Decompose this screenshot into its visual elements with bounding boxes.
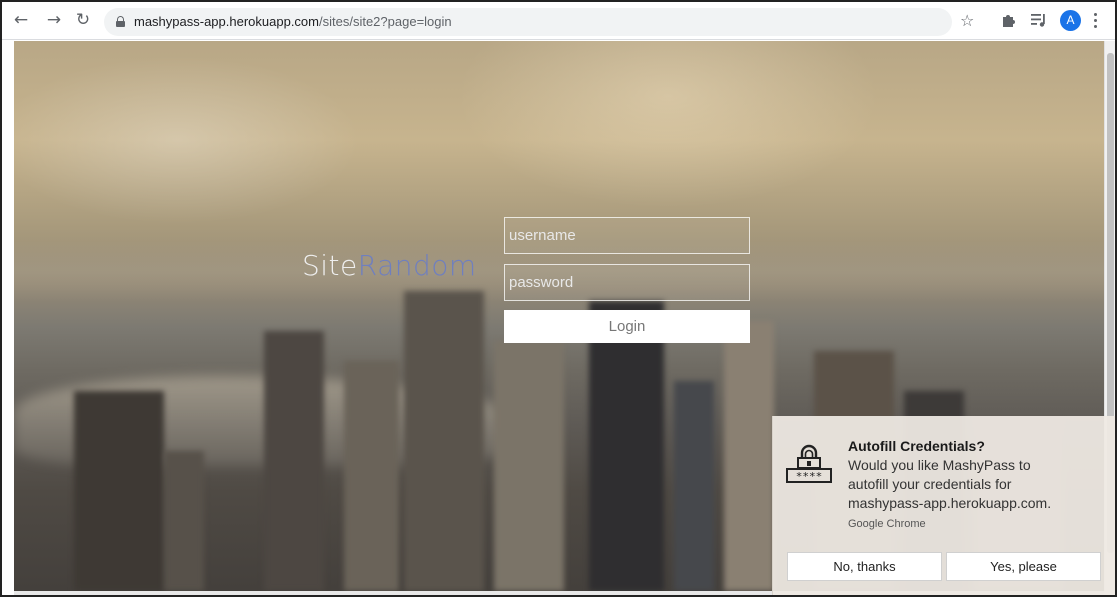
address-bar[interactable]: mashypass-app.herokuapp.com/sites/site2?… xyxy=(104,8,952,36)
background-building xyxy=(494,341,564,591)
brand-prefix: Site xyxy=(302,249,358,282)
accept-button[interactable]: Yes, please xyxy=(946,552,1101,581)
site-logo: SiteRandom xyxy=(302,249,477,282)
username-input[interactable] xyxy=(504,217,750,254)
popup-message: Would you like MashyPass to autofill you… xyxy=(848,457,1052,511)
login-button[interactable]: Login xyxy=(504,310,750,343)
profile-avatar[interactable]: A xyxy=(1060,10,1081,31)
background-building xyxy=(74,391,164,591)
background-building xyxy=(264,331,324,591)
url-text[interactable]: mashypass-app.herokuapp.com/sites/site2?… xyxy=(134,14,452,29)
kebab-menu-icon[interactable] xyxy=(1092,11,1098,29)
svg-text:****: **** xyxy=(796,470,823,483)
reload-icon[interactable]: ↻ xyxy=(74,11,92,29)
url-host: mashypass-app.herokuapp.com xyxy=(134,14,319,29)
star-icon[interactable]: ☆ xyxy=(960,11,974,30)
background-building xyxy=(164,451,204,591)
popup-title: Autofill Credentials? xyxy=(848,438,985,454)
browser-toolbar: ← → ↻ mashypass-app.herokuapp.com/sites/… xyxy=(2,2,1115,40)
decline-button[interactable]: No, thanks xyxy=(787,552,942,581)
lock-icon[interactable] xyxy=(116,16,125,27)
puzzle-icon[interactable] xyxy=(1000,11,1018,29)
forward-arrow-icon[interactable]: → xyxy=(45,11,63,29)
background-building xyxy=(344,361,399,591)
popup-source: Google Chrome xyxy=(848,518,926,530)
background-building xyxy=(404,291,484,591)
brand-suffix: Random xyxy=(357,249,477,282)
media-queue-icon[interactable] xyxy=(1030,11,1048,29)
url-path: /sites/site2?page=login xyxy=(319,14,452,29)
password-input[interactable] xyxy=(504,264,750,301)
background-building xyxy=(724,321,774,591)
back-arrow-icon[interactable]: ← xyxy=(12,11,30,29)
browser-window: ← → ↻ mashypass-app.herokuapp.com/sites/… xyxy=(0,0,1117,597)
lock-password-icon: **** xyxy=(786,444,832,483)
background-building xyxy=(589,301,664,591)
background-building xyxy=(674,381,714,591)
